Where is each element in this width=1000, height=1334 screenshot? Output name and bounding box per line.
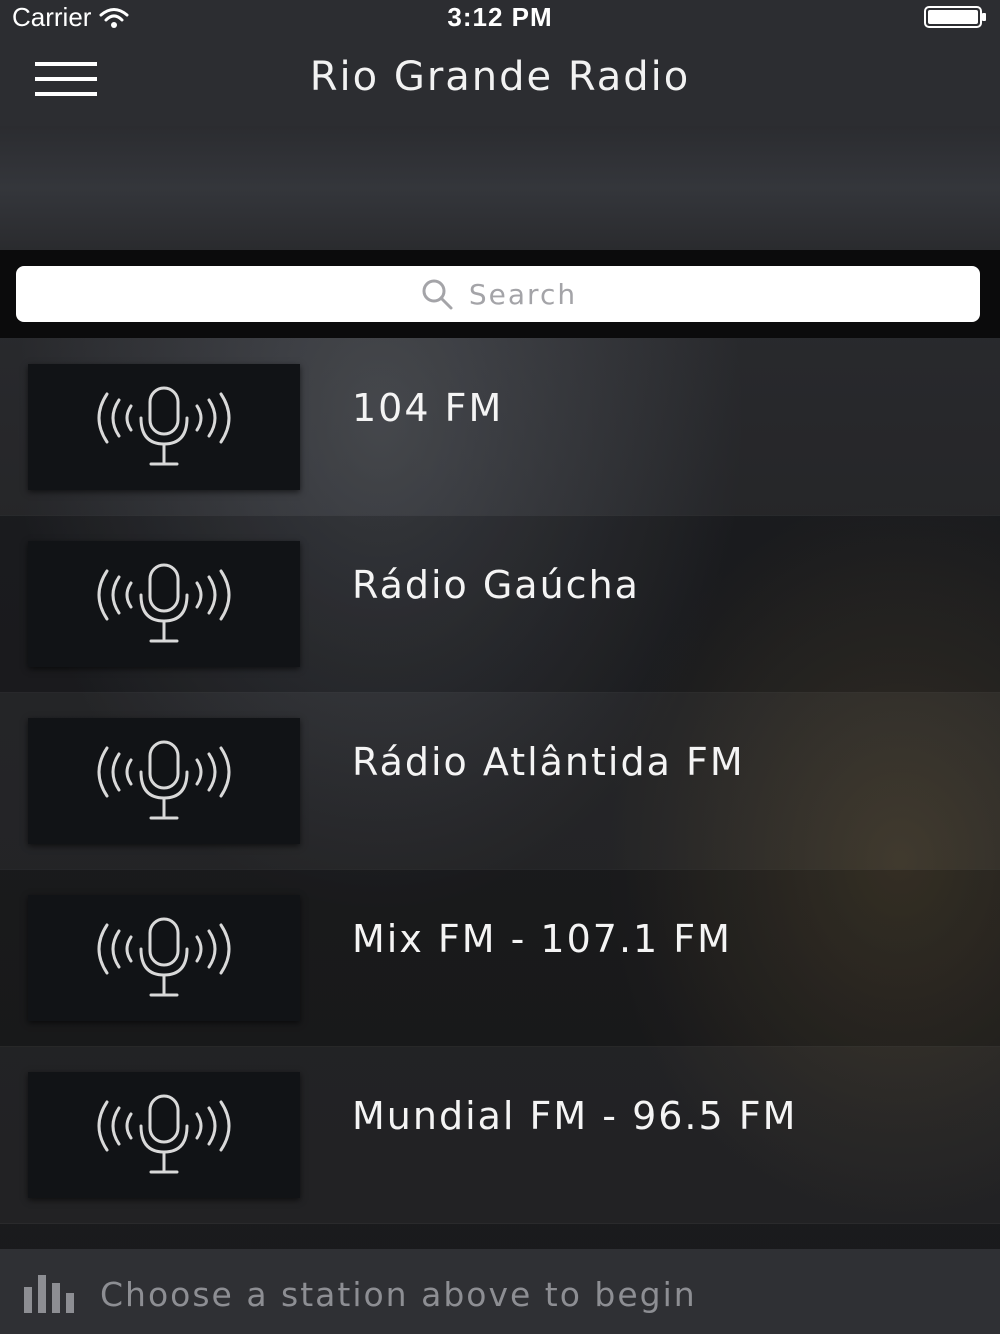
- microphone-broadcast-icon: [97, 917, 231, 997]
- player-bar[interactable]: Choose a station above to begin: [0, 1249, 1000, 1334]
- station-name: Rádio Atlântida FM: [352, 740, 745, 784]
- station-row[interactable]: Mundial FM - 96.5 FM: [0, 1046, 1000, 1224]
- station-list: 104 FM Rádio Gaúcha Rádio Atlântida FM M…: [0, 338, 1000, 1224]
- station-name: 104 FM: [352, 386, 504, 430]
- battery-icon: [924, 6, 986, 28]
- search-input[interactable]: Search: [16, 266, 980, 322]
- station-thumbnail: [28, 718, 300, 844]
- search-icon: [422, 279, 453, 310]
- station-thumbnail: [28, 895, 300, 1021]
- status-bar: Carrier 3:12 PM: [0, 0, 1000, 36]
- microphone-broadcast-icon: [97, 740, 231, 820]
- status-time: 3:12 PM: [447, 2, 553, 32]
- station-row[interactable]: Rádio Atlântida FM: [0, 692, 1000, 870]
- equalizer-icon: [24, 1275, 74, 1313]
- station-row[interactable]: 104 FM: [0, 338, 1000, 516]
- navigation-bar: Rio Grande Radio: [0, 36, 1000, 127]
- search-bar-container: Search: [0, 250, 1000, 338]
- banner-area: [0, 126, 1000, 250]
- station-thumbnail: [28, 541, 300, 667]
- microphone-broadcast-icon: [97, 1094, 231, 1174]
- station-name: Rádio Gaúcha: [352, 563, 640, 607]
- station-row[interactable]: Mix FM - 107.1 FM: [0, 869, 1000, 1047]
- microphone-broadcast-icon: [97, 386, 231, 466]
- station-thumbnail: [28, 364, 300, 490]
- station-row[interactable]: Rádio Gaúcha: [0, 515, 1000, 693]
- page-title: Rio Grande Radio: [309, 54, 691, 100]
- microphone-broadcast-icon: [97, 563, 231, 643]
- search-placeholder: Search: [468, 277, 578, 311]
- station-thumbnail: [28, 1072, 300, 1198]
- player-status-text: Choose a station above to begin: [100, 1275, 697, 1314]
- station-name: Mix FM - 107.1 FM: [352, 917, 732, 961]
- station-name: Mundial FM - 96.5 FM: [352, 1094, 798, 1138]
